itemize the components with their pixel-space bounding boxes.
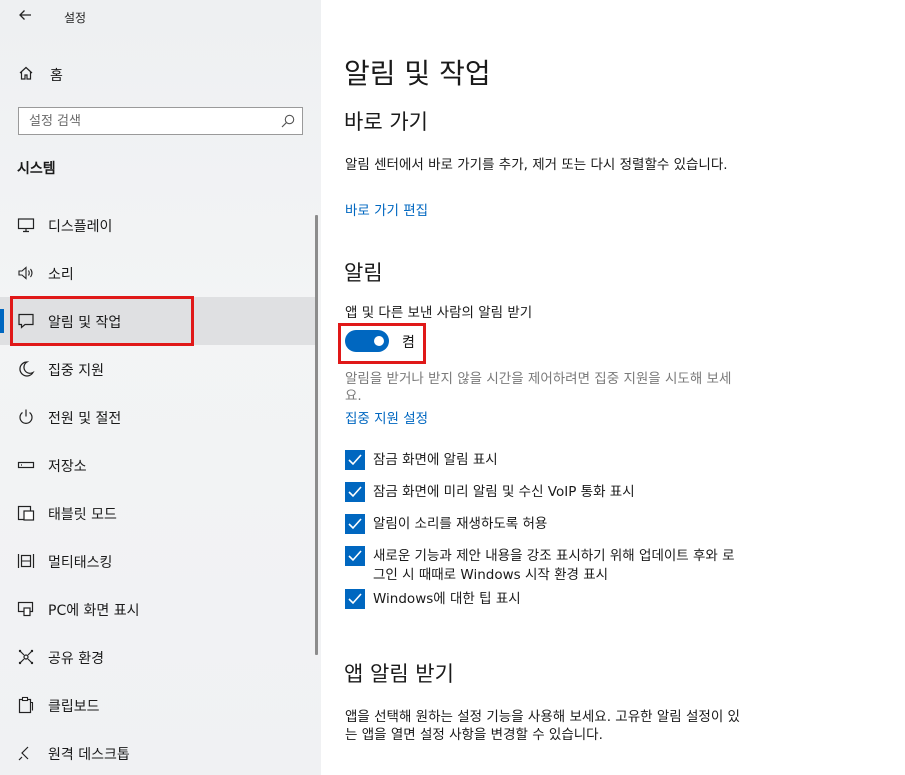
monitor-icon — [17, 216, 35, 234]
notifications-toggle-caption: 앱 및 다른 보낸 사람의 알림 받기 — [345, 305, 533, 321]
sidebar-item-label: 알림 및 작업 — [48, 315, 122, 331]
multitasking-icon — [17, 552, 35, 570]
sidebar-item-label: 소리 — [48, 267, 74, 283]
sidebar-item-focus-assist[interactable]: 집중 지원 — [0, 345, 318, 393]
remote-desktop-icon — [17, 744, 35, 762]
app-notifications-heading: 앱 알림 받기 — [344, 662, 454, 686]
checkbox-checked[interactable] — [345, 589, 365, 609]
sidebar-item-label: 홈 — [50, 68, 63, 84]
sidebar-item-label: 전원 및 절전 — [48, 411, 122, 427]
checkbox-label: 알림이 소리를 재생하도록 허용 — [373, 516, 548, 532]
sidebar-item-projecting[interactable]: PC에 화면 표시 — [0, 585, 318, 633]
quick-actions-heading: 바로 가기 — [344, 110, 428, 134]
moon-icon — [17, 360, 35, 378]
search-icon[interactable] — [280, 113, 296, 129]
notification-icon — [17, 312, 35, 330]
projecting-icon — [17, 600, 35, 618]
sidebar-item-home[interactable]: 홈 — [0, 58, 321, 90]
shared-experiences-icon — [17, 648, 35, 666]
sidebar-item-label: 디스플레이 — [48, 219, 113, 235]
sidebar-item-label: 태블릿 모드 — [48, 507, 117, 523]
sidebar-item-power[interactable]: 전원 및 절전 — [0, 393, 318, 441]
main-content: 알림 및 작업 바로 가기 알림 센터에서 바로 가기를 추가, 제거 또는 다… — [321, 0, 905, 775]
page-title: 알림 및 작업 — [344, 57, 491, 90]
sidebar-scrollbar[interactable] — [315, 215, 318, 655]
checkbox-checked[interactable] — [345, 546, 365, 566]
search-box — [18, 107, 303, 135]
checkbox-label-line2: 그인 시 때때로 Windows 시작 환경 표시 — [373, 567, 609, 583]
focus-assist-hint-line2: 요. — [345, 388, 362, 404]
toggle-knob — [374, 336, 384, 346]
sidebar-item-storage[interactable]: 저장소 — [0, 441, 318, 489]
checkbox-checked[interactable] — [345, 514, 365, 534]
sidebar-item-label: 집중 지원 — [48, 363, 104, 379]
checkbox-label: 잠금 화면에 알림 표시 — [373, 452, 498, 468]
sidebar-item-label: PC에 화면 표시 — [48, 603, 140, 619]
sidebar-item-tablet-mode[interactable]: 태블릿 모드 — [0, 489, 318, 537]
sidebar-section-title: 시스템 — [17, 161, 56, 177]
quick-actions-description: 알림 센터에서 바로 가기를 추가, 제거 또는 다시 정렬할수 있습니다. — [345, 157, 728, 173]
search-input[interactable] — [19, 108, 274, 134]
notifications-heading: 알림 — [344, 261, 383, 285]
sidebar-item-shared-experiences[interactable]: 공유 환경 — [0, 633, 318, 681]
title-bar: 설정 — [0, 0, 321, 34]
app-title: 설정 — [64, 11, 87, 25]
sidebar-item-label: 멀티태스킹 — [48, 555, 113, 571]
sidebar-item-label: 원격 데스크톱 — [48, 747, 130, 763]
storage-icon — [17, 456, 35, 474]
checkbox-label: 잠금 화면에 미리 알림 및 수신 VoIP 통화 표시 — [373, 484, 635, 500]
checkbox-checked[interactable] — [345, 450, 365, 470]
focus-assist-settings-link[interactable]: 집중 지원 설정 — [345, 407, 428, 427]
home-icon — [18, 65, 34, 81]
sidebar-item-notifications[interactable]: 알림 및 작업 — [0, 297, 318, 345]
sidebar-nav: 디스플레이 소리 알림 및 작업 집중 지원 전원 및 절전 저장소 태블릿 모… — [0, 201, 321, 775]
sidebar-item-label: 클립보드 — [48, 699, 100, 715]
power-icon — [17, 408, 35, 426]
app-notifications-description-line2: 는 앱을 열면 설정 사항을 변경할 수 있습니다. — [345, 727, 603, 743]
tablet-icon — [17, 504, 35, 522]
sidebar-item-display[interactable]: 디스플레이 — [0, 201, 318, 249]
toggle-state-label: 켬 — [402, 335, 415, 351]
checkbox-checked[interactable] — [345, 482, 365, 502]
clipboard-icon — [17, 696, 35, 714]
sidebar-item-sound[interactable]: 소리 — [0, 249, 318, 297]
back-arrow-icon[interactable] — [14, 6, 36, 28]
checkbox-label: 새로운 기능과 제안 내용을 강조 표시하기 위해 업데이트 후와 로 — [373, 548, 735, 564]
sidebar: 설정 홈 시스템 디스플레이 소리 알림 — [0, 0, 321, 775]
edit-quick-actions-link[interactable]: 바로 가기 편집 — [345, 199, 428, 219]
sidebar-item-remote-desktop[interactable]: 원격 데스크톱 — [0, 729, 318, 775]
checkbox-label: Windows에 대한 팁 표시 — [373, 591, 521, 607]
speaker-icon — [17, 264, 35, 282]
sidebar-item-multitasking[interactable]: 멀티태스킹 — [0, 537, 318, 585]
sidebar-item-label: 저장소 — [48, 459, 87, 475]
sidebar-item-clipboard[interactable]: 클립보드 — [0, 681, 318, 729]
focus-assist-hint-line1: 알림을 받거나 받지 않을 시간을 제어하려면 집중 지원을 시도해 보세 — [345, 371, 732, 387]
app-notifications-description-line1: 앱을 선택해 원하는 설정 기능을 사용해 보세요. 고유한 알림 설정이 있 — [345, 709, 740, 725]
sidebar-item-label: 공유 환경 — [48, 651, 104, 667]
notifications-toggle[interactable] — [345, 330, 389, 352]
